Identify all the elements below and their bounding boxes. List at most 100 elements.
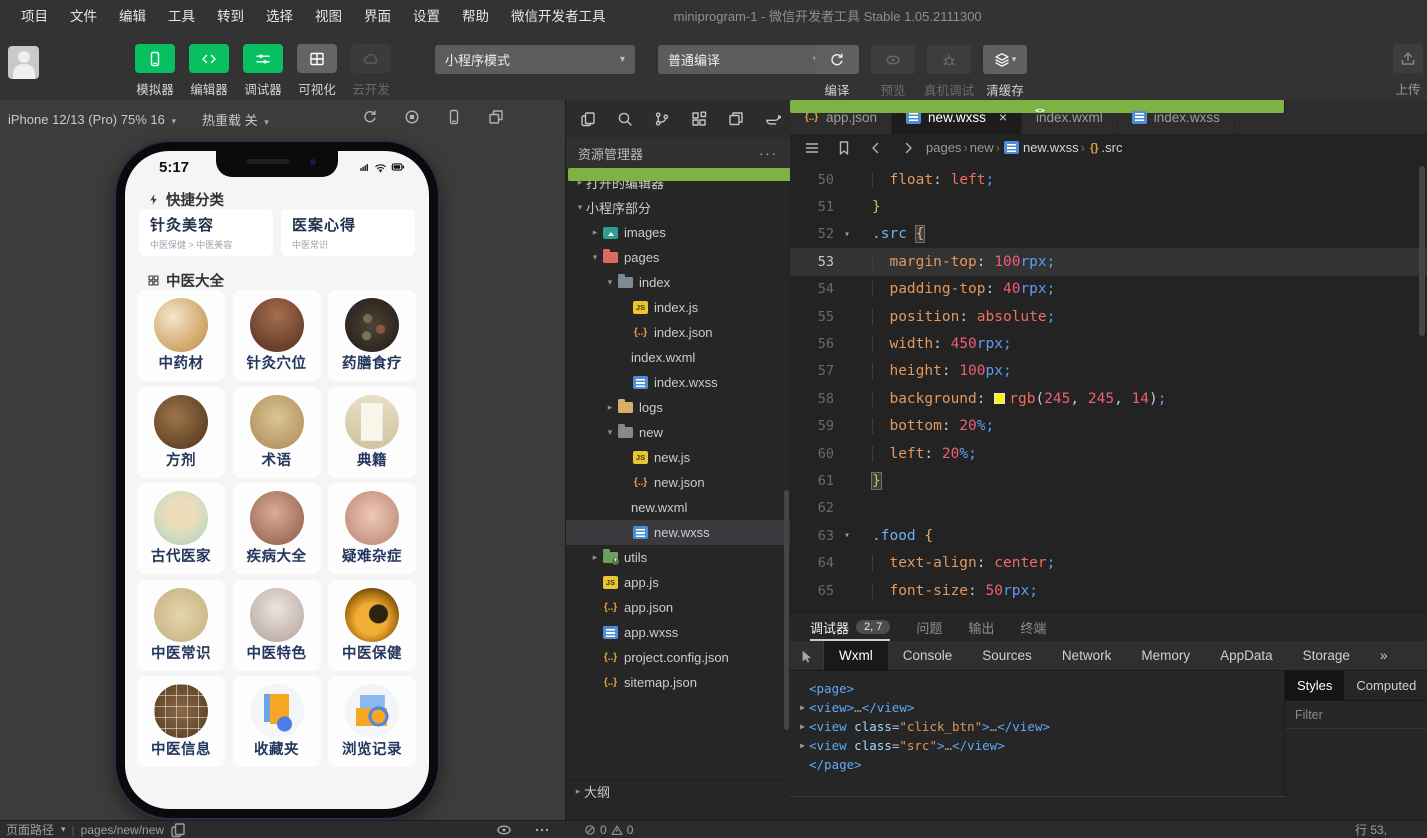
menubar-item[interactable]: 编辑 (108, 5, 157, 25)
tree-item-utils[interactable]: ▸ utils (566, 545, 790, 570)
category-item[interactable]: 浏览记录 (328, 676, 416, 767)
code-line[interactable]: 54 padding-top: 40rpx; (790, 276, 1427, 303)
category-item[interactable]: 中医保健 (328, 579, 416, 671)
code-line[interactable]: 57 height: 100px; (790, 358, 1427, 385)
action-bug-button[interactable]: 真机调试 (924, 45, 974, 99)
code-line[interactable]: 63 ▾ .food { (790, 522, 1427, 549)
problems-indicator[interactable]: 0 0 (584, 821, 633, 838)
toolbar-button-sliders[interactable]: 调试器 (243, 44, 283, 98)
devtools-tab-Wxml[interactable]: Wxml (824, 641, 888, 670)
color-swatch[interactable] (994, 392, 1006, 404)
category-item[interactable]: 典籍 (328, 386, 416, 478)
debugger-tab-终端[interactable]: 终端 (1020, 613, 1046, 641)
expand-arrow-icon[interactable]: ▶ (796, 722, 809, 731)
code-line[interactable]: 61} (790, 467, 1427, 494)
code-line[interactable]: 55 position: absolute; (790, 303, 1427, 330)
tree-item-index.wxml[interactable]: <> index.wxml (566, 168, 790, 370)
styles-tab-Styles[interactable]: Styles (1285, 671, 1345, 700)
wxml-node[interactable]: <page> (796, 679, 1284, 698)
bookmark-icon[interactable] (836, 140, 852, 156)
editor-scrollbar[interactable] (1419, 166, 1425, 336)
devtools-tab-Network[interactable]: Network (1047, 641, 1127, 670)
debugger-tab-输出[interactable]: 输出 (968, 613, 994, 641)
breadcrumb-item[interactable]: .src (1102, 140, 1123, 155)
forward-arrow-icon[interactable] (900, 140, 916, 156)
wxml-node[interactable]: ▶ <view class = "src" >… </view> (796, 736, 1284, 755)
category-item[interactable]: 收藏夹 (232, 676, 321, 767)
list-icon[interactable] (804, 140, 820, 156)
cursor-position[interactable]: 行 53, (1355, 821, 1427, 838)
tree-item-new.json[interactable]: {..} new.json (566, 470, 790, 495)
tree-item-images[interactable]: ▸ images (566, 220, 790, 245)
device-frame-icon[interactable] (446, 109, 462, 125)
rotate-icon[interactable] (362, 109, 378, 125)
action-refresh-button[interactable]: 编译 (815, 45, 859, 99)
tree-item-new.wxss[interactable]: new.wxss (566, 520, 790, 545)
code-line[interactable]: 50 float: left; (790, 166, 1427, 193)
tree-item-index.js[interactable]: JS index.js (566, 295, 790, 320)
toolbar-button-cloud[interactable]: 云开发 (351, 44, 391, 98)
category-item[interactable]: 中医常识 (137, 579, 225, 671)
fold-chevron-icon[interactable]: ▾ (834, 530, 860, 541)
menubar-item[interactable]: 项目 (10, 5, 59, 25)
code-line[interactable]: 59 bottom: 20%; (790, 413, 1427, 440)
inspect-element-icon[interactable] (790, 641, 824, 670)
toolbar-button-phone[interactable]: 模拟器 (135, 44, 175, 98)
code-line[interactable]: 60 left: 20%; (790, 440, 1427, 467)
breadcrumb-item[interactable]: pages (926, 140, 961, 155)
copy-icon[interactable] (170, 822, 186, 838)
outline-section[interactable]: ▸ 大纲 (566, 780, 790, 802)
mode-select-dropdown[interactable]: 小程序模式 ▾ (435, 45, 635, 74)
compile-select-dropdown[interactable]: 普通编译 ▾ (658, 45, 828, 74)
code-line[interactable]: 65 font-size: 50rpx; (790, 577, 1427, 604)
breadcrumb-item[interactable]: new.wxss (1023, 140, 1079, 155)
debugger-tab-调试器[interactable]: 调试器 2, 7 (810, 613, 891, 641)
breadcrumb-item[interactable]: new (970, 140, 994, 155)
quick-card[interactable]: 医案心得 中医常识 (281, 209, 415, 256)
action-eye-button[interactable]: 预览 (871, 45, 915, 99)
menubar-item[interactable]: 转到 (206, 5, 255, 25)
code-line[interactable]: 52 ▾ .src { (790, 221, 1427, 248)
wxml-node[interactable]: ▶ <view class = "click_btn" >… </view> (796, 717, 1284, 736)
menubar-item[interactable]: 选择 (255, 5, 304, 25)
tree-item-index.json[interactable]: {..} index.json (566, 320, 790, 345)
toolbar-button-grid[interactable]: 可视化 (297, 44, 337, 98)
tree-item-logs[interactable]: ▸ logs (566, 395, 790, 420)
editor-tab-index.wxml[interactable]: <> index.wxml (790, 100, 1285, 134)
category-item[interactable]: 疾病大全 (232, 483, 321, 574)
tree-item-app.json[interactable]: {..} app.json (566, 595, 790, 620)
more-actions-icon[interactable]: ··· (759, 146, 778, 161)
code-line[interactable]: 51} (790, 193, 1427, 220)
category-item[interactable]: 中医信息 (137, 676, 225, 767)
category-item[interactable]: 中药材 (137, 290, 225, 381)
fold-chevron-icon[interactable]: ▾ (834, 229, 860, 240)
devtools-tab-Sources[interactable]: Sources (967, 641, 1047, 670)
tree-item-new.wxml[interactable]: <> new.wxml (566, 168, 790, 520)
category-item[interactable]: 疑难杂症 (328, 483, 416, 574)
filter-input[interactable] (1295, 707, 1417, 722)
wxml-node[interactable]: ▶ <view>… </view> (796, 698, 1284, 717)
menubar-item[interactable]: 设置 (402, 5, 451, 25)
stop-icon[interactable] (404, 109, 420, 125)
styles-tab-Computed[interactable]: Computed (1344, 671, 1427, 700)
menubar-item[interactable]: 帮助 (451, 5, 500, 25)
category-item[interactable]: 药膳食疗 (328, 290, 416, 381)
tree-item-sitemap.json[interactable]: {..} sitemap.json (566, 670, 790, 695)
code-line[interactable]: 58 background: rgb(245, 245, 14); (790, 385, 1427, 412)
expand-arrow-icon[interactable]: ▶ (796, 703, 809, 712)
tree-item-project.config.json[interactable]: {..} project.config.json (566, 645, 790, 670)
menubar-item[interactable]: 界面 (353, 5, 402, 25)
upload-button[interactable]: 上传 (1391, 44, 1425, 98)
devtools-tab-Memory[interactable]: Memory (1126, 641, 1205, 670)
tree-item-index[interactable]: ▾ index (566, 270, 790, 295)
hot-reload-toggle[interactable]: 热重载 关 ▾ (202, 110, 269, 129)
category-item[interactable]: 中医特色 (232, 579, 321, 671)
files-icon[interactable] (580, 111, 596, 127)
detach-window-icon[interactable] (488, 109, 504, 125)
menubar-item[interactable]: 文件 (59, 5, 108, 25)
wxml-node[interactable]: </page> (796, 755, 1284, 774)
code-line[interactable]: 53 margin-top: 100rpx; (790, 248, 1427, 276)
code-line[interactable]: 62 (790, 495, 1427, 522)
branch-icon[interactable] (654, 111, 670, 127)
whale-icon[interactable] (765, 111, 781, 127)
